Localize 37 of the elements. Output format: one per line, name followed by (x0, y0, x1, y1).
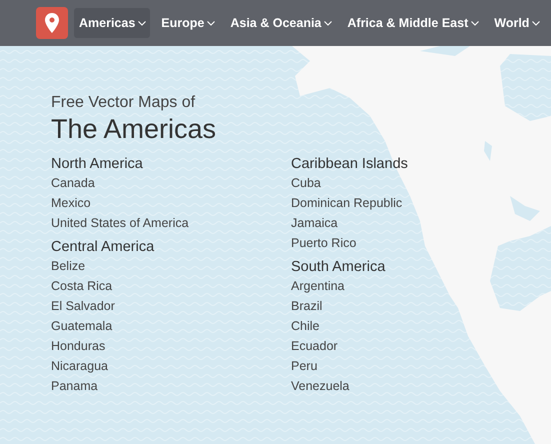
page-subtitle: Free Vector Maps of (51, 94, 196, 112)
map-pin-logo[interactable] (36, 7, 68, 39)
country-link[interactable]: Cuba (291, 173, 321, 193)
caret-icon (207, 20, 216, 26)
region-heading: Central America (51, 238, 154, 256)
country-link[interactable]: Canada (51, 173, 95, 193)
country-link[interactable]: Panama (51, 376, 98, 396)
region-heading: North America (51, 155, 143, 173)
country-link[interactable]: El Salvador (51, 296, 115, 316)
region-heading: South America (291, 258, 386, 276)
country-link[interactable]: Nicaragua (51, 356, 108, 376)
region-heading: Caribbean Islands (291, 155, 408, 173)
country-link[interactable]: Mexico (51, 193, 91, 213)
nav-menu-item[interactable]: Europe (156, 8, 220, 38)
nav-menu-item[interactable]: World (489, 8, 544, 38)
caret-icon (138, 20, 146, 26)
country-link[interactable]: Jamaica (291, 213, 338, 233)
country-link[interactable]: Chile (291, 316, 320, 336)
caret-icon (532, 20, 540, 26)
page-title: The Americas (51, 114, 218, 145)
country-link[interactable]: Dominican Republic (291, 193, 402, 213)
nav-menu-item[interactable]: Africa & Middle East (342, 8, 484, 38)
country-link[interactable]: Ecuador (291, 336, 338, 356)
country-link[interactable]: Argentina (291, 276, 345, 296)
nav-menu-item[interactable]: Americas (74, 8, 150, 38)
country-link[interactable]: Puerto Rico (291, 233, 356, 253)
country-link[interactable]: Brazil (291, 296, 322, 316)
country-link[interactable]: Honduras (51, 336, 106, 356)
country-link[interactable]: United States of America (51, 213, 189, 233)
country-link[interactable]: Belize (51, 256, 86, 276)
caret-icon (471, 20, 480, 26)
country-link[interactable]: Costa Rica (51, 276, 112, 296)
nav-menu-item[interactable]: Asia & Oceania (225, 8, 336, 38)
country-link[interactable]: Venezuela (291, 376, 350, 396)
caret-icon (324, 20, 332, 26)
country-link[interactable]: Peru (291, 356, 318, 376)
country-link[interactable]: Guatemala (51, 316, 112, 336)
